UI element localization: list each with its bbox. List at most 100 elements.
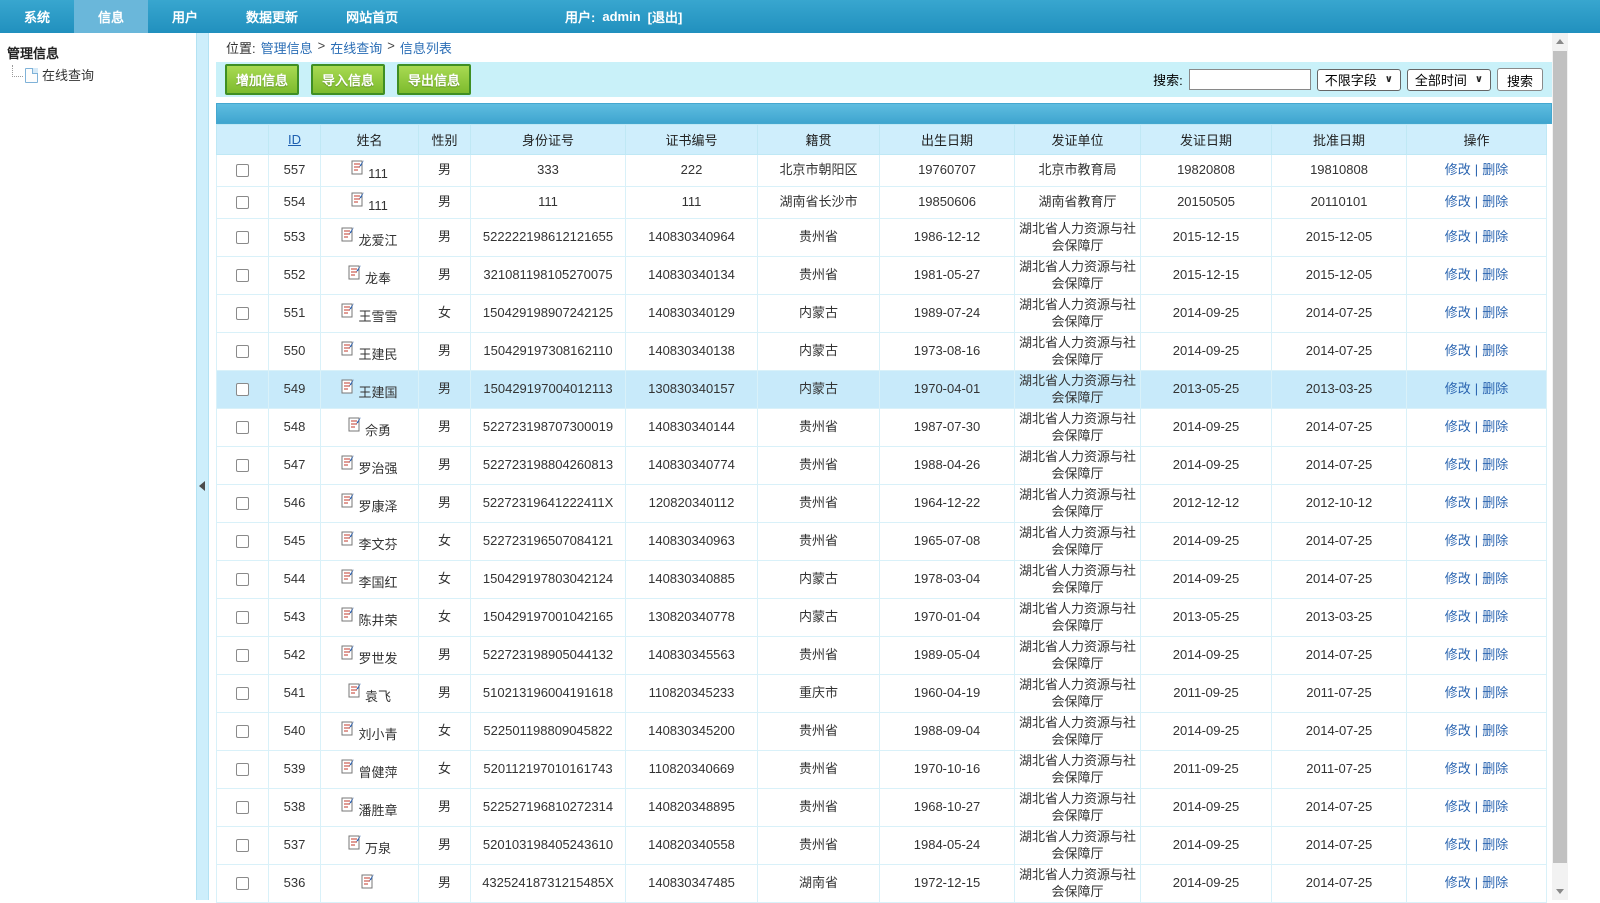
edit-link[interactable]: 修改 [1445, 837, 1471, 852]
edit-link[interactable]: 修改 [1445, 533, 1471, 548]
cert-no-cell: 110820345233 [626, 675, 758, 713]
delete-link[interactable]: 删除 [1482, 457, 1508, 472]
edit-link[interactable]: 修改 [1445, 381, 1471, 396]
nav-tab-1[interactable]: 系统 [0, 0, 74, 33]
user-info: 用户: admin [退出] [565, 0, 682, 33]
nav-tab-2[interactable]: 信息 [74, 0, 148, 33]
delete-link[interactable]: 删除 [1482, 495, 1508, 510]
action-separator: | [1471, 571, 1482, 586]
collapse-left-icon[interactable] [199, 481, 205, 491]
sidebar-splitter[interactable] [196, 33, 209, 900]
vertical-scrollbar[interactable] [1552, 33, 1568, 900]
delete-link[interactable]: 删除 [1482, 875, 1508, 890]
name-wrap: 罗康泽 [341, 492, 397, 515]
edit-link[interactable]: 修改 [1445, 343, 1471, 358]
edit-link[interactable]: 修改 [1445, 419, 1471, 434]
search-input[interactable] [1189, 69, 1311, 90]
sidebar: 管理信息 在线查询 [0, 33, 196, 900]
delete-link[interactable]: 删除 [1482, 761, 1508, 776]
edit-link[interactable]: 修改 [1445, 685, 1471, 700]
delete-link[interactable]: 删除 [1482, 162, 1508, 177]
edit-link[interactable]: 修改 [1445, 723, 1471, 738]
id-card-cell: 522723198804260813 [471, 447, 626, 485]
edit-link[interactable]: 修改 [1445, 761, 1471, 776]
delete-link[interactable]: 删除 [1482, 685, 1508, 700]
delete-link[interactable]: 删除 [1482, 305, 1508, 320]
actions-cell: 修改|删除 [1407, 561, 1547, 599]
delete-link[interactable]: 删除 [1482, 799, 1508, 814]
edit-link[interactable]: 修改 [1445, 162, 1471, 177]
row-checkbox[interactable] [236, 269, 249, 282]
edit-link[interactable]: 修改 [1445, 571, 1471, 586]
edit-link[interactable]: 修改 [1445, 799, 1471, 814]
edit-doc-icon [341, 530, 355, 546]
edit-link[interactable]: 修改 [1445, 194, 1471, 209]
delete-link[interactable]: 删除 [1482, 194, 1508, 209]
delete-link[interactable]: 删除 [1482, 837, 1508, 852]
sidebar-item-在线查询[interactable]: 在线查询 [0, 65, 196, 84]
nav-tab-5[interactable]: 网站首页 [322, 0, 422, 33]
row-checkbox[interactable] [236, 877, 249, 890]
row-checkbox[interactable] [236, 307, 249, 320]
edit-link[interactable]: 修改 [1445, 267, 1471, 282]
row-checkbox[interactable] [236, 196, 249, 209]
delete-link[interactable]: 删除 [1482, 647, 1508, 662]
field-filter-select[interactable]: 不限字段 ∨ [1317, 69, 1401, 91]
scrollbar-thumb[interactable] [1553, 51, 1567, 863]
scroll-down-button[interactable] [1552, 883, 1568, 900]
row-checkbox[interactable] [236, 535, 249, 548]
delete-link[interactable]: 删除 [1482, 381, 1508, 396]
delete-link[interactable]: 删除 [1482, 267, 1508, 282]
actions-cell: 修改|删除 [1407, 675, 1547, 713]
breadcrumb-link-1[interactable]: 管理信息 [261, 38, 313, 57]
toolbar-button-3[interactable]: 导出信息 [397, 64, 471, 95]
birth-date-cell: 19760707 [880, 155, 1015, 187]
row-checkbox[interactable] [236, 164, 249, 177]
nav-tab-4[interactable]: 数据更新 [222, 0, 322, 33]
row-checkbox[interactable] [236, 649, 249, 662]
delete-link[interactable]: 删除 [1482, 343, 1508, 358]
checkbox-cell [217, 155, 269, 187]
table-row: 540刘小青女522501198809045822140830345200贵州省… [217, 713, 1547, 751]
row-checkbox[interactable] [236, 573, 249, 586]
delete-link[interactable]: 删除 [1482, 609, 1508, 624]
row-checkbox[interactable] [236, 611, 249, 624]
id-sort-link[interactable]: ID [288, 132, 301, 147]
breadcrumb-link-2[interactable]: 在线查询 [330, 38, 382, 57]
delete-link[interactable]: 删除 [1482, 229, 1508, 244]
search-button[interactable]: 搜索 [1497, 68, 1543, 91]
edit-link[interactable]: 修改 [1445, 875, 1471, 890]
row-checkbox[interactable] [236, 763, 249, 776]
row-checkbox[interactable] [236, 459, 249, 472]
edit-link[interactable]: 修改 [1445, 229, 1471, 244]
delete-link[interactable]: 删除 [1482, 419, 1508, 434]
breadcrumb-link-3[interactable]: 信息列表 [400, 38, 452, 57]
toolbar-button-2[interactable]: 导入信息 [311, 64, 385, 95]
logout-link[interactable]: [退出] [648, 7, 683, 26]
row-checkbox[interactable] [236, 421, 249, 434]
row-checkbox[interactable] [236, 687, 249, 700]
name-wrap [361, 873, 378, 889]
row-checkbox[interactable] [236, 231, 249, 244]
edit-link[interactable]: 修改 [1445, 495, 1471, 510]
nav-tab-3[interactable]: 用户 [148, 0, 222, 33]
edit-link[interactable]: 修改 [1445, 457, 1471, 472]
breadcrumb: 位置: 管理信息>在线查询>信息列表 [216, 33, 1552, 62]
time-filter-select[interactable]: 全部时间 ∨ [1407, 69, 1491, 91]
edit-link[interactable]: 修改 [1445, 647, 1471, 662]
edit-link[interactable]: 修改 [1445, 305, 1471, 320]
edit-link[interactable]: 修改 [1445, 609, 1471, 624]
row-checkbox[interactable] [236, 497, 249, 510]
row-checkbox[interactable] [236, 383, 249, 396]
toolbar-button-1[interactable]: 增加信息 [225, 64, 299, 95]
row-checkbox[interactable] [236, 345, 249, 358]
delete-link[interactable]: 删除 [1482, 571, 1508, 586]
row-checkbox[interactable] [236, 839, 249, 852]
scroll-up-button[interactable] [1552, 33, 1568, 50]
delete-link[interactable]: 删除 [1482, 533, 1508, 548]
approve-date-cell: 2013-03-25 [1272, 371, 1407, 409]
row-checkbox[interactable] [236, 725, 249, 738]
row-checkbox[interactable] [236, 801, 249, 814]
native-place-cell: 贵州省 [758, 409, 880, 447]
delete-link[interactable]: 删除 [1482, 723, 1508, 738]
